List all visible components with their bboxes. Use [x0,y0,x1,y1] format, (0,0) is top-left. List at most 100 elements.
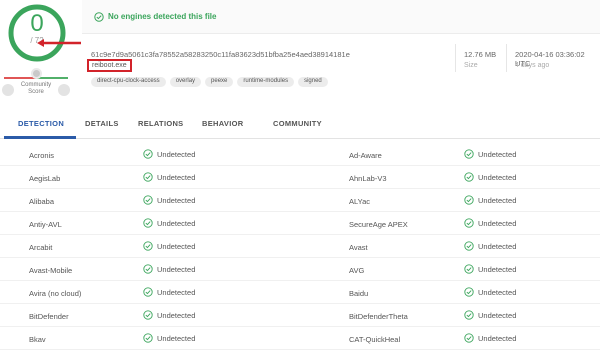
check-circle-icon [143,287,153,297]
tag[interactable]: peexe [205,77,234,87]
detection-banner: No engines detected this file [82,0,600,34]
result-label: Undetected [157,310,196,320]
file-tags: direct-cpu-clock-access overlay peexe ru… [91,77,328,87]
check-circle-icon [143,310,153,320]
engine-result: Undetected [143,241,195,251]
result-label: Undetected [478,149,517,159]
tab-relations[interactable]: RELATIONS [138,119,183,128]
check-circle-icon [143,218,153,228]
result-label: Undetected [157,264,196,274]
check-circle-icon [143,149,153,159]
engine-name: Avast [349,243,368,252]
check-circle-icon [464,287,474,297]
engine-name: AegisLab [29,174,61,183]
result-label: Undetected [478,172,517,182]
engine-name: Arcabit [29,243,53,252]
engine-result: Undetected [464,264,516,274]
annotation-arrow-icon [37,39,81,47]
result-label: Undetected [478,287,517,297]
engine-name: AhnLab-V3 [349,174,387,183]
check-circle-icon [464,264,474,274]
check-circle-icon [464,172,474,182]
engine-name: AVG [349,266,365,275]
thumb-down-icon[interactable] [2,84,14,96]
engine-result: Undetected [464,149,516,159]
tag[interactable]: overlay [169,77,202,87]
engine-result: Undetected [464,241,516,251]
check-circle-icon [464,241,474,251]
engine-result: Undetected [143,195,195,205]
check-circle-icon [464,149,474,159]
result-label: Undetected [157,241,196,251]
engine-name: Bkav [29,335,46,344]
result-label: Undetected [478,218,517,228]
check-circle-icon [464,218,474,228]
meta-divider [455,44,456,72]
community-score-marker [31,68,42,79]
check-circle-icon [464,310,474,320]
result-label: Undetected [478,241,517,251]
result-label: Undetected [157,172,196,182]
engine-name: Acronis [29,151,55,160]
tab-details[interactable]: DETAILS [85,119,119,128]
detection-score: 0 [30,10,44,37]
check-circle-icon [464,333,474,343]
table-row: Avast-Mobile Undetected AVG Undetected [0,258,600,281]
table-row: Bkav Undetected CAT-QuickHeal Undetected [0,327,600,350]
result-label: Undetected [478,195,517,205]
table-row: Alibaba Undetected ALYac Undetected [0,189,600,212]
detection-table: Acronis Undetected Ad-Aware Undetected Aegis… [0,143,600,350]
engine-result: Undetected [143,149,195,159]
tab-detection[interactable]: DETECTION [18,119,64,128]
engine-name: SecureAge APEX [349,220,408,229]
check-circle-icon [143,195,153,205]
result-label: Undetected [478,333,517,343]
tag[interactable]: direct-cpu-clock-access [91,77,166,87]
file-size: 12.76 MB [464,50,497,59]
table-row: Acronis Undetected Ad-Aware Undetected [0,143,600,166]
thumb-up-icon[interactable] [58,84,70,96]
analysis-date-relative: 4 days ago [515,62,550,69]
engine-name: CAT-QuickHeal [349,335,401,344]
file-size-label: Size [464,62,478,69]
engine-result: Undetected [143,172,195,182]
tag[interactable]: runtime-modules [237,77,295,87]
community-score: Community Score [2,66,70,98]
engine-result: Undetected [464,333,516,343]
tag[interactable]: signed [298,77,328,87]
check-circle-icon [143,264,153,274]
engine-result: Undetected [143,333,195,343]
engine-name: Baidu [349,289,369,298]
engine-name: Avast-Mobile [29,266,73,275]
check-circle-icon [464,195,474,205]
engine-result: Undetected [464,287,516,297]
engine-result: Undetected [464,172,516,182]
engine-result: Undetected [464,218,516,228]
result-label: Undetected [478,310,517,320]
tab-behavior[interactable]: BEHAVIOR [202,119,243,128]
detection-score-gauge: 0 / 72 [6,2,68,64]
tab-community[interactable]: COMMUNITY [273,119,322,128]
engine-result: Undetected [464,195,516,205]
community-score-label: Community Score [20,82,52,95]
engine-result: Undetected [464,310,516,320]
result-label: Undetected [157,149,196,159]
table-row: Avira (no cloud) Undetected Baidu Undetecte… [0,281,600,304]
engine-result: Undetected [143,310,195,320]
engine-name: Avira (no cloud) [29,289,82,298]
active-tab-indicator [4,136,76,139]
engine-name: ALYac [349,197,370,206]
engine-result: Undetected [143,264,195,274]
table-row: BitDefender Undetected BitDefenderTheta Und… [0,304,600,327]
engine-result: Undetected [143,287,195,297]
file-name: reiboot.exe [87,59,132,72]
engine-name: BitDefender [29,312,69,321]
engine-name: BitDefenderTheta [349,312,408,321]
result-label: Undetected [157,195,196,205]
banner-message: No engines detected this file [108,12,217,21]
file-hash: 61c9e7d9a5061c3fa78552a58283250c11fa8362… [91,50,350,59]
check-circle-icon [143,333,153,343]
check-circle-icon [94,12,104,22]
report-tabs: DETECTION DETAILS RELATIONS BEHAVIOR COM… [0,112,600,139]
table-row: AegisLab Undetected AhnLab-V3 Undetected [0,166,600,189]
